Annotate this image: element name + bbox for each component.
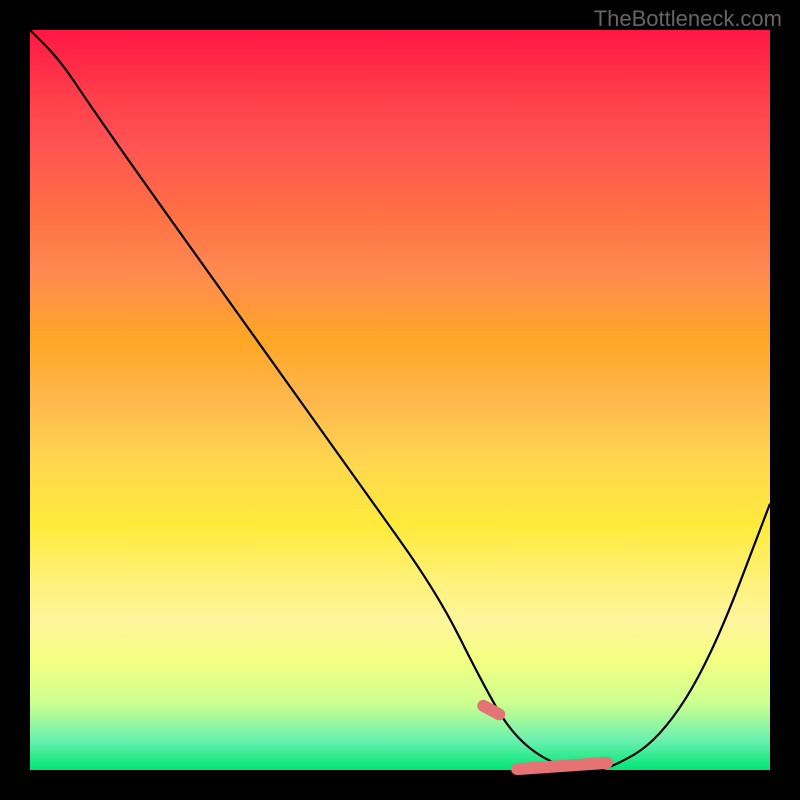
chart-gradient-background <box>30 30 770 770</box>
watermark-text: TheBottleneck.com <box>594 6 782 32</box>
